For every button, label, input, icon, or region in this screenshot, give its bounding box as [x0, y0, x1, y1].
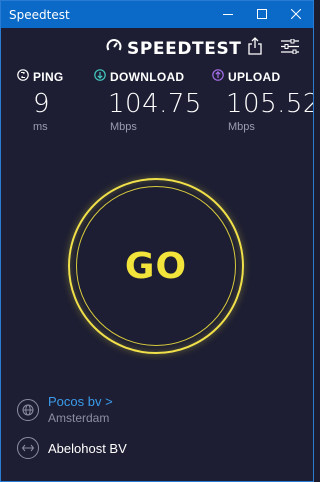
go-inner-ring: GO — [76, 186, 236, 346]
share-icon — [247, 37, 263, 59]
window-controls — [211, 1, 313, 28]
speedometer-icon — [106, 38, 122, 59]
close-button[interactable] — [279, 1, 313, 28]
settings-button[interactable] — [281, 38, 299, 59]
host-name: Abelohost BV — [48, 440, 127, 456]
ping-label: PING — [33, 69, 64, 84]
ping-value: 9 — [33, 89, 51, 119]
host-row[interactable]: Abelohost BV — [17, 437, 127, 459]
minimize-button[interactable] — [211, 1, 245, 28]
download-label: DOWNLOAD — [110, 69, 185, 84]
upload-arrow-icon — [212, 69, 224, 84]
isp-row[interactable]: Pocos bv > Amsterdam — [17, 394, 113, 425]
brand-name: SPEEDTEST — [127, 38, 242, 59]
ping-metric: PING 9 ms — [17, 69, 64, 133]
upload-label: UPLOAD — [228, 69, 281, 84]
download-metric: DOWNLOAD 104.75 Mbps — [94, 69, 202, 133]
server-arrows-icon — [17, 437, 39, 459]
upload-value: 105.52 — [226, 89, 314, 119]
speedtest-logo: SPEEDTEST — [106, 38, 242, 59]
brand-bar: SPEEDTEST — [1, 28, 313, 70]
isp-name-link[interactable]: Pocos bv > — [48, 394, 113, 409]
maximize-button[interactable] — [245, 1, 279, 28]
title-bar[interactable]: Speedtest — [1, 1, 313, 28]
upload-metric: UPLOAD 105.52 Mbps — [212, 69, 314, 133]
maximize-icon — [257, 6, 267, 24]
download-unit: Mbps — [110, 121, 137, 133]
minimize-icon — [223, 6, 233, 24]
app-window: Speedtest SPEEDTEST PING 9 ms DOWNLOAD 1… — [0, 0, 314, 482]
download-value: 104.75 — [108, 89, 202, 119]
globe-icon — [17, 398, 39, 421]
settings-sliders-icon — [281, 38, 299, 58]
download-arrow-icon — [94, 69, 106, 84]
isp-info: Pocos bv > Amsterdam — [48, 394, 113, 425]
close-icon — [290, 6, 302, 24]
ping-icon — [17, 69, 29, 84]
isp-name: Pocos bv — [48, 394, 102, 409]
window-title: Speedtest — [9, 7, 70, 22]
isp-chevron: > — [105, 394, 113, 409]
share-button[interactable] — [247, 37, 263, 60]
go-label: GO — [124, 245, 188, 287]
metrics-panel: PING 9 ms DOWNLOAD 104.75 Mbps UPLOAD 10… — [1, 69, 313, 139]
go-button[interactable]: GO — [68, 178, 244, 354]
go-outer-ring: GO — [68, 178, 244, 354]
ping-unit: ms — [33, 121, 48, 133]
isp-location: Amsterdam — [48, 411, 110, 425]
upload-unit: Mbps — [228, 121, 255, 133]
